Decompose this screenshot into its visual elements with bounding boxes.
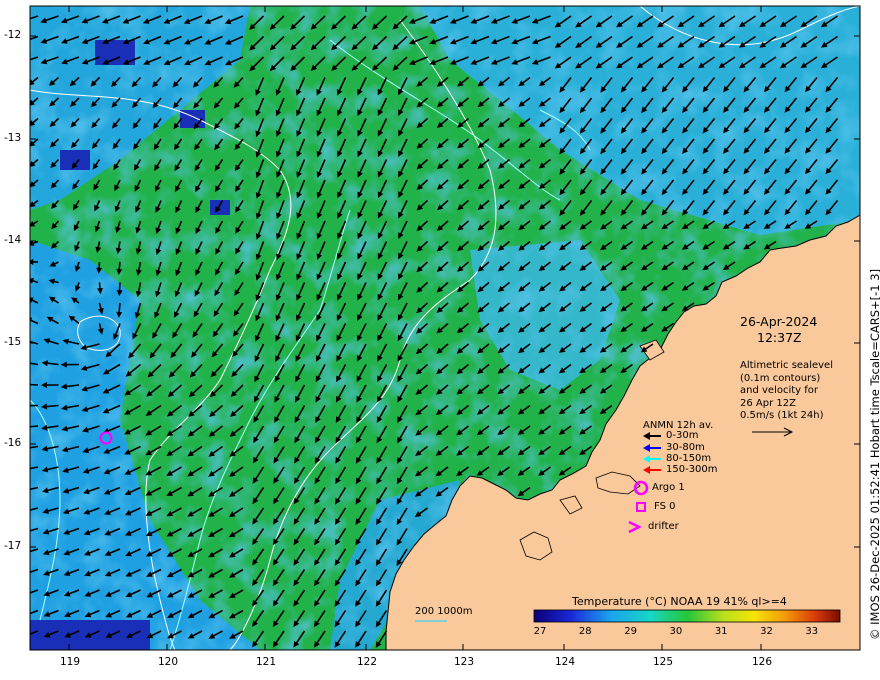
longitude-tick-label: 122 <box>357 656 378 668</box>
latitude-tick-label: -12 <box>4 29 22 41</box>
longitude-tick-label: 121 <box>256 656 277 668</box>
alti-line: 26 Apr 12Z <box>740 397 796 409</box>
legend-label-80-150m: 80-150m <box>666 453 712 464</box>
colorbar-tick-label: 27 <box>533 626 547 637</box>
legend-label-0-30m: 0-30m <box>666 430 699 441</box>
velocity-arrow-shaft <box>30 383 39 386</box>
longitude-tick-label: 124 <box>555 656 576 668</box>
longitude-tick-label: 120 <box>158 656 179 668</box>
longitude-tick-label: 125 <box>653 656 674 668</box>
colorbar-tick-label: 29 <box>624 626 637 637</box>
map-area <box>20 6 860 650</box>
colorbar-tick-label: 28 <box>578 626 592 637</box>
colorbar-tick-label: 30 <box>669 626 683 637</box>
longitude-tick-label: 123 <box>454 656 475 668</box>
legend-label-30-80m: 30-80m <box>666 442 705 453</box>
drifter-legend-label: drifter <box>648 521 679 532</box>
alti-line: and velocity for <box>740 385 819 396</box>
velocity-arrow-head <box>23 570 30 576</box>
altimetry-description: Altimetric sealevel (0.1m contours) and … <box>740 360 833 423</box>
velocity-arrow-head <box>22 466 28 472</box>
colorbar-tick-label: 33 <box>805 626 819 637</box>
argo-legend-label: Argo 1 <box>652 482 685 493</box>
time-label: 12:37Z <box>757 330 802 345</box>
velocity-arrow-head <box>21 445 27 451</box>
fs-legend-label: FS 0 <box>654 501 676 512</box>
colorbar <box>533 609 841 623</box>
velocity-arrow-head <box>22 549 29 555</box>
latitude-tick-label: -15 <box>4 336 22 348</box>
colorbar-tick-label: 32 <box>760 626 773 637</box>
velocity-arrow-head <box>21 424 27 430</box>
alti-line: 0.5m/s (1kt 24h) <box>740 410 824 421</box>
legend-label-150-300m: 150-300m <box>666 464 718 475</box>
latitude-tick-label: -13 <box>4 132 22 144</box>
date-label: 26-Apr-2024 <box>740 314 818 329</box>
velocity-arrow-head <box>21 403 27 409</box>
colorbar-title: Temperature (°C) NOAA 19 41% ql>=4 <box>572 595 787 608</box>
velocity-arrow-head <box>22 487 29 493</box>
velocity-arrow-head <box>22 529 29 535</box>
alti-line: (0.1m contours) <box>740 372 821 384</box>
map-figure <box>20 5 861 651</box>
depth-scale-label: 200 1000m <box>415 606 473 617</box>
credit-text: © IMOS 26-Dec-2025 01:52:41 Hobart time … <box>868 268 880 640</box>
velocity-arrow-head <box>30 338 31 340</box>
velocity-arrow-head <box>23 591 30 597</box>
velocity-arrow-head <box>23 611 30 617</box>
velocity-arrow-head <box>22 360 28 366</box>
velocity-arrow-head <box>20 17 27 23</box>
velocity-arrow-head <box>21 381 27 387</box>
latitude-tick-label: -16 <box>4 437 22 449</box>
colorbar-tick-label: 31 <box>714 626 728 637</box>
latitude-tick-label: -14 <box>4 234 22 246</box>
longitude-tick-label: 126 <box>752 656 773 668</box>
velocity-arrow-head <box>23 632 30 638</box>
velocity-arrow-head <box>22 508 29 514</box>
latitude-tick-label: -17 <box>4 540 22 552</box>
longitude-tick-label: 119 <box>60 656 81 668</box>
velocity-arrow-head <box>20 58 27 64</box>
alti-line: Altimetric sealevel <box>740 360 833 371</box>
